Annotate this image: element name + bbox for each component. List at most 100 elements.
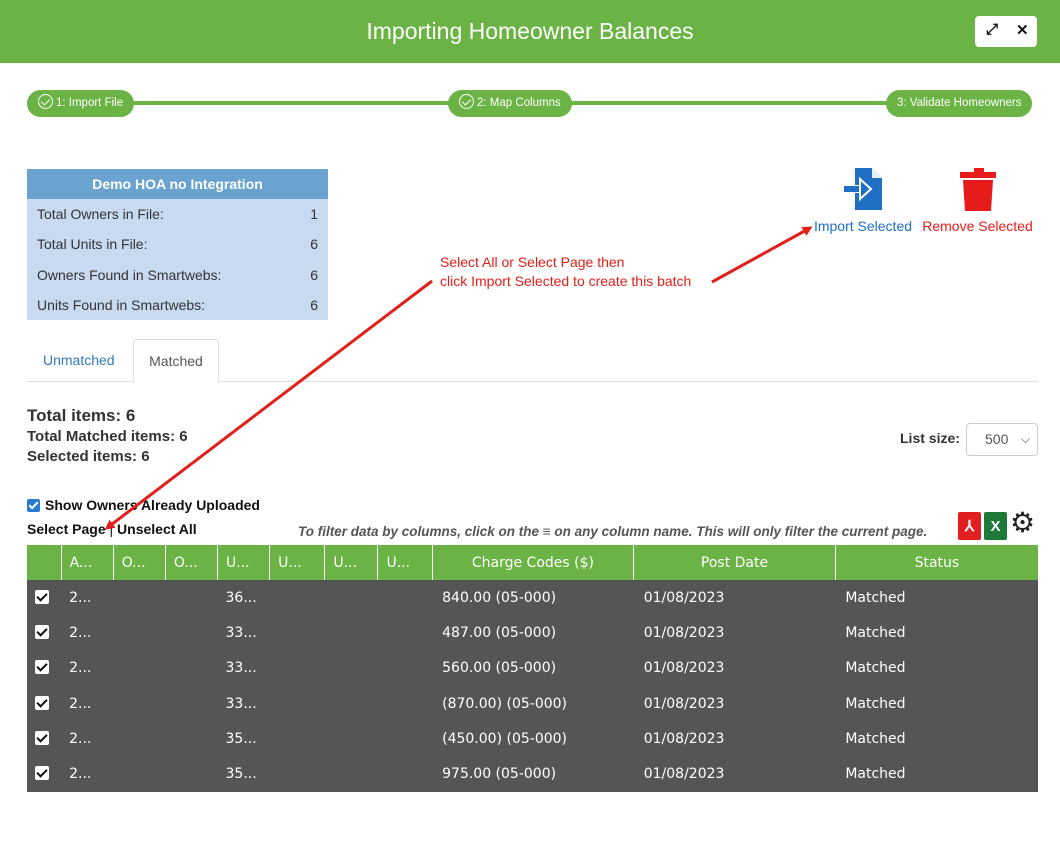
tab-unmatched[interactable]: Unmatched — [27, 339, 131, 382]
summary-row: Units Found in Smartwebs: 6 — [27, 289, 328, 320]
column-header[interactable]: U... — [324, 545, 378, 580]
row-checkbox[interactable] — [35, 589, 49, 604]
table-row[interactable]: 2... 35... (450.00) (05-000) 01/08/2023 Matc… — [27, 721, 1038, 757]
table-cell — [165, 650, 218, 686]
summary-title: Demo HOA no Integration — [27, 169, 328, 199]
pdf-export-icon[interactable]: ⅄ — [958, 512, 981, 540]
remove-selected-label: Remove Selected — [922, 218, 1033, 234]
row-checkbox[interactable] — [35, 695, 49, 710]
select-page-link[interactable]: Select Page — [27, 521, 106, 537]
table-row[interactable]: 2... 36... 840.00 (05-000) 01/08/2023 Matche… — [27, 580, 1038, 616]
summary-box: Demo HOA no Integration Total Owners in … — [27, 169, 328, 320]
table-cell — [377, 721, 433, 757]
import-selected-button[interactable]: Import Selected — [812, 166, 914, 234]
table-cell: 2... — [61, 685, 114, 722]
table-cell: 01/08/2023 — [633, 580, 836, 616]
table-row[interactable]: 2... 33... 487.00 (05-000) 01/08/2023 Matche… — [27, 615, 1038, 651]
table-cell — [324, 721, 378, 757]
table-cell: 01/08/2023 — [633, 615, 836, 651]
annotation-line: click Import Selected to create this bat… — [440, 273, 692, 289]
table-cell — [324, 685, 378, 722]
column-header[interactable]: O... — [112, 545, 166, 580]
step-import-file[interactable]: 1: Import File — [27, 90, 135, 117]
row-select-cell — [27, 721, 62, 757]
table-row[interactable]: 2... 35... 975.00 (05-000) 01/08/2023 Matche… — [27, 756, 1038, 792]
summary-row: Total Owners in File: 1 — [27, 199, 328, 230]
summary-value: 6 — [310, 236, 318, 253]
separator: | — [109, 521, 114, 537]
gear-icon[interactable]: ⚙ — [1010, 508, 1035, 538]
annotation-line: Select All or Select Page then — [440, 254, 625, 270]
show-owners-toggle[interactable]: Show Owners Already Uploaded — [27, 497, 260, 513]
table-cell: Matched — [835, 615, 1038, 651]
column-header[interactable]: Status — [834, 545, 1038, 580]
modal-title: Importing Homeowner Balances — [366, 18, 694, 44]
table-cell: 2... — [61, 756, 114, 792]
column-header[interactable]: U... — [377, 545, 433, 580]
totals-block: Total items: 6 Total Matched items: 6 Se… — [27, 406, 188, 465]
expand-icon[interactable]: ⤢ — [986, 21, 998, 38]
table-cell: 01/08/2023 — [633, 650, 836, 686]
selected-items: Selected items: 6 — [27, 448, 150, 465]
selection-links: Select Page | Unselect All — [27, 521, 197, 537]
summary-value: 1 — [310, 206, 318, 222]
table-cell: 33... — [217, 650, 270, 686]
arrow-to-import — [711, 226, 813, 284]
table-cell: 36... — [217, 580, 270, 616]
table-cell — [113, 615, 166, 651]
summary-value: 6 — [310, 266, 318, 283]
annotation-text: Select All or Select Page then click Imp… — [440, 253, 691, 291]
table-cell — [377, 580, 433, 616]
column-header[interactable]: A... — [60, 545, 114, 580]
column-header[interactable]: Post Date — [633, 545, 836, 580]
remove-selected-button[interactable]: Remove Selected — [920, 166, 1035, 234]
column-header[interactable]: U... — [269, 545, 325, 580]
step-validate-homeowners[interactable]: 3: Validate Homeowners — [886, 90, 1033, 117]
column-header[interactable]: U... — [217, 545, 270, 580]
total-items: Total items: 6 — [27, 406, 136, 425]
summary-label: Owners Found in Smartwebs: — [37, 266, 222, 283]
table-cell — [113, 580, 166, 616]
table-cell: Matched — [835, 580, 1038, 616]
table-cell: 35... — [217, 756, 270, 792]
table-row[interactable]: 2... 33... 560.00 (05-000) 01/08/2023 Matche… — [27, 650, 1038, 686]
table-cell — [269, 650, 325, 686]
step-map-columns[interactable]: 2: Map Columns — [448, 90, 572, 117]
row-checkbox[interactable] — [35, 624, 49, 639]
table-cell: 975.00 (05-000) — [432, 756, 634, 792]
table-cell: 2... — [61, 615, 114, 651]
row-checkbox[interactable] — [35, 730, 49, 745]
table-cell — [113, 650, 166, 686]
list-size-select[interactable]: 500 ⌵ — [966, 423, 1038, 456]
row-checkbox[interactable] — [35, 660, 49, 675]
row-select-cell — [27, 615, 62, 651]
checkbox-icon[interactable] — [27, 499, 40, 512]
close-icon[interactable]: ✕ — [1016, 21, 1029, 39]
check-circle-icon — [459, 94, 474, 109]
table-cell: Matched — [835, 756, 1038, 792]
column-header[interactable]: Charge Codes ($) — [431, 545, 634, 580]
table-cell: 2... — [61, 721, 114, 757]
table-cell — [269, 615, 325, 651]
table-cell: 35... — [217, 721, 270, 757]
row-checkbox[interactable] — [35, 766, 49, 781]
row-select-cell — [27, 580, 62, 616]
unselect-all-link[interactable]: Unselect All — [117, 521, 197, 537]
table-cell — [269, 721, 325, 757]
excel-export-icon[interactable]: X — [984, 512, 1007, 540]
trash-icon — [959, 168, 996, 211]
row-select-cell — [27, 756, 62, 792]
header-buttons: ⤢ ✕ — [975, 16, 1037, 47]
table-row[interactable]: 2... 33... (870.00) (05-000) 01/08/2023 Matc… — [27, 685, 1038, 722]
tab-matched[interactable]: Matched — [133, 339, 219, 383]
summary-value: 6 — [310, 296, 318, 313]
table-cell — [165, 685, 218, 722]
table-cell: 487.00 (05-000) — [432, 615, 634, 651]
column-header[interactable]: O... — [164, 545, 218, 580]
balances-table: A... O... O... U... U... U... U... Charg… — [27, 545, 1038, 792]
summary-label: Total Units in File: — [37, 236, 148, 253]
show-owners-label: Show Owners Already Uploaded — [45, 497, 260, 513]
table-cell — [324, 615, 378, 651]
table-cell: 2... — [61, 580, 114, 616]
list-size-label: List size: — [900, 430, 960, 446]
